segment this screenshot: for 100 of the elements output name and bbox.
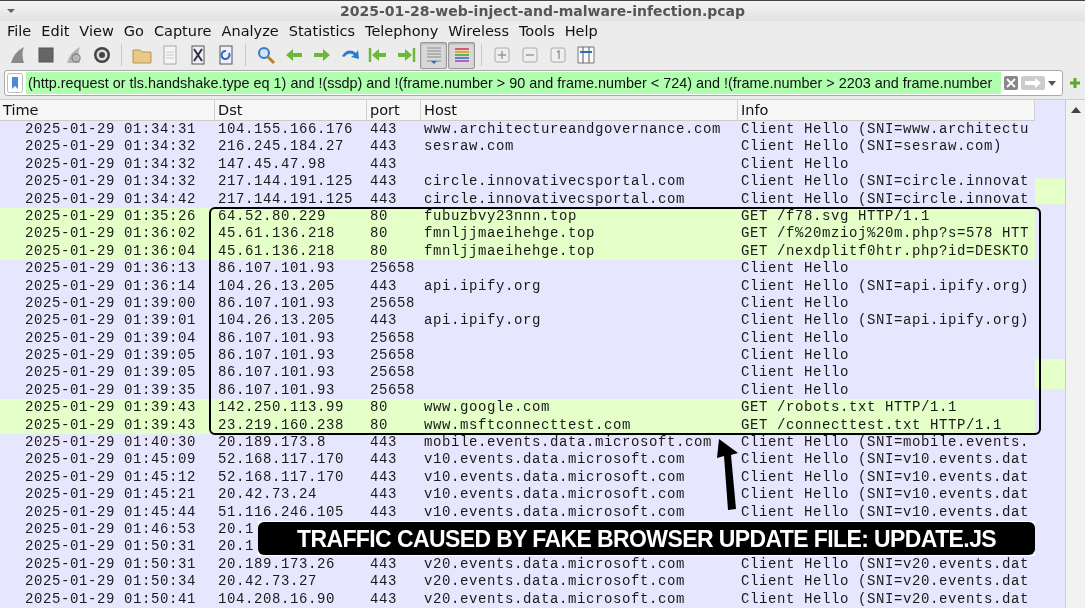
port-cell: 80 (370, 207, 388, 224)
info-cell: GET /connecttest.txt HTTP/1.1 (741, 416, 1003, 433)
time-cell: 2025-01-29 01:45:44 (24, 503, 196, 520)
menu-item[interactable]: Capture (148, 23, 217, 39)
time-cell: 2025-01-29 01:36:02 (24, 225, 196, 242)
packet-row[interactable]: 2025-01-29 01:45:21 20.42.73.24 443 v10.events.data.microsoft.com Client Hello (SNI=v10.events.dat (0, 486, 1035, 504)
autoscroll-button[interactable] (420, 41, 447, 69)
destination-cell: 86.107.101.93 (218, 294, 336, 311)
destination-cell: 86.107.101.93 (218, 381, 336, 398)
host-cell: fubuzbvy23nnn.top (424, 207, 578, 224)
resize-columns-icon (574, 44, 597, 66)
column-header[interactable]: Dst (215, 100, 367, 120)
info-cell: GET /f%20mzioj%20m.php?s=578 HTT (741, 225, 1030, 242)
time-cell: 2025-01-29 01:39:05 (24, 364, 196, 381)
port-cell: 443 (370, 190, 397, 207)
destination-cell: 64.52.80.229 (218, 207, 327, 224)
packet-row[interactable]: 2025-01-29 01:50:34 20.42.73.27 443 v20.events.data.microsoft.com Client Hello (SNI=v20.events.dat (0, 573, 1035, 591)
packet-row[interactable]: 2025-01-29 01:50:31 20.1 (0, 538, 258, 556)
time-cell: 2025-01-29 01:40:30 (24, 434, 196, 451)
info-cell: Client Hello (741, 381, 850, 398)
host-cell: v10.events.data.microsoft.com (424, 503, 686, 520)
packet-row[interactable]: 2025-01-29 01:39:05 86.107.101.93 25658 Client Hello (0, 364, 1035, 382)
menu-item[interactable]: Analyze (216, 23, 284, 39)
packet-row[interactable]: 2025-01-29 01:34:32 216.245.184.27 443 sesraw.com Client Hello (SNI=sesraw.com) (0, 138, 1035, 156)
menu-item[interactable]: Tools (513, 23, 560, 39)
time-cell: 2025-01-29 01:45:12 (24, 468, 196, 485)
menu-item[interactable]: Go (118, 23, 149, 39)
time-cell: 2025-01-29 01:39:35 (24, 381, 196, 398)
destination-cell: 20.189.173.26 (218, 555, 336, 572)
destination-cell: 86.107.101.93 (218, 260, 336, 277)
time-cell: 2025-01-29 01:35:26 (24, 207, 196, 224)
packet-row[interactable]: 2025-01-29 01:36:02 45.61.136.218 80 fmnljjmaeihehge.top GET /f%20mzioj%20m.php?s=578 HTT (0, 225, 1035, 243)
menu-item[interactable]: Help (559, 23, 603, 39)
port-cell: 80 (370, 242, 388, 259)
info-cell: Client Hello (SNI=v20.events.dat (741, 590, 1030, 607)
info-cell: Client Hello (741, 294, 850, 311)
annotation-caption: TRAFFIC CAUSED BY FAKE BROWSER UPDATE FILE: UPDATE.JS (258, 521, 1035, 555)
info-cell: GET /robots.txt HTTP/1.1 (741, 399, 958, 416)
packet-row[interactable]: 2025-01-29 01:40:30 20.189.173.8 443 mobile.events.data.microsoft.com Client Hello (SNI=mobile.events. (0, 434, 1035, 452)
info-cell: Client Hello (SNI=v10.events.dat (741, 468, 1030, 485)
destination-cell: 86.107.101.93 (218, 329, 336, 346)
packet-row[interactable]: 2025-01-29 01:39:05 86.107.101.93 25658 Client Hello (0, 347, 1035, 365)
info-cell: Client Hello (SNI=v20.events.dat (741, 573, 1030, 590)
packet-row[interactable]: 2025-01-29 01:50:31 20.189.173.26 443 v20.events.data.microsoft.com Client Hello (SNI=v20.events.dat (0, 555, 1035, 574)
packet-row[interactable]: 2025-01-29 01:39:01 104.26.13.205 443 api.ipify.org Client Hello (SNI=api.ipify.org) (0, 312, 1035, 330)
host-cell: circle.innovativecsportal.com (424, 173, 686, 190)
info-cell: Client Hello (SNI=api.ipify.org) (741, 312, 1030, 329)
time-cell: 2025-01-29 01:36:04 (24, 242, 196, 259)
port-cell: 80 (370, 225, 388, 242)
host-cell: fmnljjmaeihehge.top (424, 242, 596, 259)
info-cell: Client Hello (741, 155, 850, 172)
destination-cell: 217.144.191.125 (218, 190, 354, 207)
packet-row[interactable]: 2025-01-29 01:34:32 217.144.191.125 443 circle.innovativecsportal.com Client Hello (SNI=circle.innovat (0, 173, 1035, 191)
time-cell: 2025-01-29 01:46:53 (24, 521, 196, 537)
menu-item[interactable]: View (74, 23, 119, 39)
time-cell: 2025-01-29 01:50:34 (24, 573, 196, 590)
packet-row[interactable]: 2025-01-29 01:36:13 86.107.101.93 25658 Client Hello (0, 260, 1035, 278)
colorize-button[interactable] (448, 41, 475, 69)
host-cell: fmnljjmaeihehge.top (424, 225, 596, 242)
host-cell: v20.events.data.microsoft.com (424, 573, 686, 590)
time-cell: 2025-01-29 01:39:43 (24, 399, 196, 416)
menu-item[interactable]: Edit (36, 23, 75, 39)
port-cell: 443 (370, 468, 397, 485)
column-header[interactable]: Time (0, 100, 215, 120)
port-cell: 443 (370, 590, 397, 607)
window-menu-icon[interactable] (6, 8, 16, 14)
port-cell: 25658 (370, 381, 415, 398)
destination-cell: 45.61.136.218 (218, 242, 336, 259)
port-cell: 443 (370, 312, 397, 329)
port-cell: 443 (370, 138, 397, 155)
port-cell: 443 (370, 451, 397, 468)
column-header[interactable]: port (367, 100, 421, 120)
time-cell: 2025-01-29 01:39:01 (24, 312, 196, 329)
time-cell: 2025-01-29 01:39:00 (24, 294, 196, 311)
destination-cell: 23.219.160.238 (218, 416, 345, 433)
annotation-arrow (716, 439, 740, 511)
host-cell: v20.events.data.microsoft.com (424, 590, 686, 607)
destination-cell: 86.107.101.93 (218, 364, 336, 381)
vertical-scrollbar[interactable] (1065, 100, 1085, 608)
port-cell: 25658 (370, 260, 415, 277)
info-cell: Client Hello (SNI=circle.innovat (741, 190, 1030, 207)
packet-row[interactable]: 2025-01-29 01:34:31 104.155.166.176 443 www.architectureandgovernance.com Client Hello (SNI=www.architectu (0, 121, 1035, 139)
window-title: 2025-01-28-web-inject-and-malware-infection.pcap (340, 3, 745, 19)
info-cell: GET /f78.svg HTTP/1.1 (741, 207, 931, 224)
destination-cell: 104.208.16.90 (218, 590, 336, 607)
menu-item[interactable]: File (2, 23, 37, 39)
column-header[interactable]: Host (421, 100, 738, 120)
host-cell: www.msftconnecttest.com (424, 416, 632, 433)
add-icon[interactable] (1069, 77, 1081, 89)
scroll-up-icon[interactable] (1070, 107, 1081, 113)
packet-row[interactable]: 2025-01-29 01:45:09 52.168.117.170 443 v10.events.data.microsoft.com Client Hello (SNI=v10.events.dat (0, 451, 1035, 469)
time-cell: 2025-01-29 01:34:32 (24, 173, 196, 190)
menu-item[interactable]: Statistics (283, 23, 360, 39)
packet-row[interactable]: 2025-01-29 01:39:43 142.250.113.99 80 www.google.com GET /robots.txt HTTP/1.1 (0, 399, 1035, 417)
host-cell: api.ipify.org (424, 312, 542, 329)
destination-cell: 142.250.113.99 (218, 399, 345, 416)
host-cell: sesraw.com (424, 138, 514, 155)
menu-item[interactable]: Wireless (443, 23, 514, 39)
info-cell: Client Hello (741, 364, 850, 381)
menu-item[interactable]: Telephony (360, 23, 444, 39)
